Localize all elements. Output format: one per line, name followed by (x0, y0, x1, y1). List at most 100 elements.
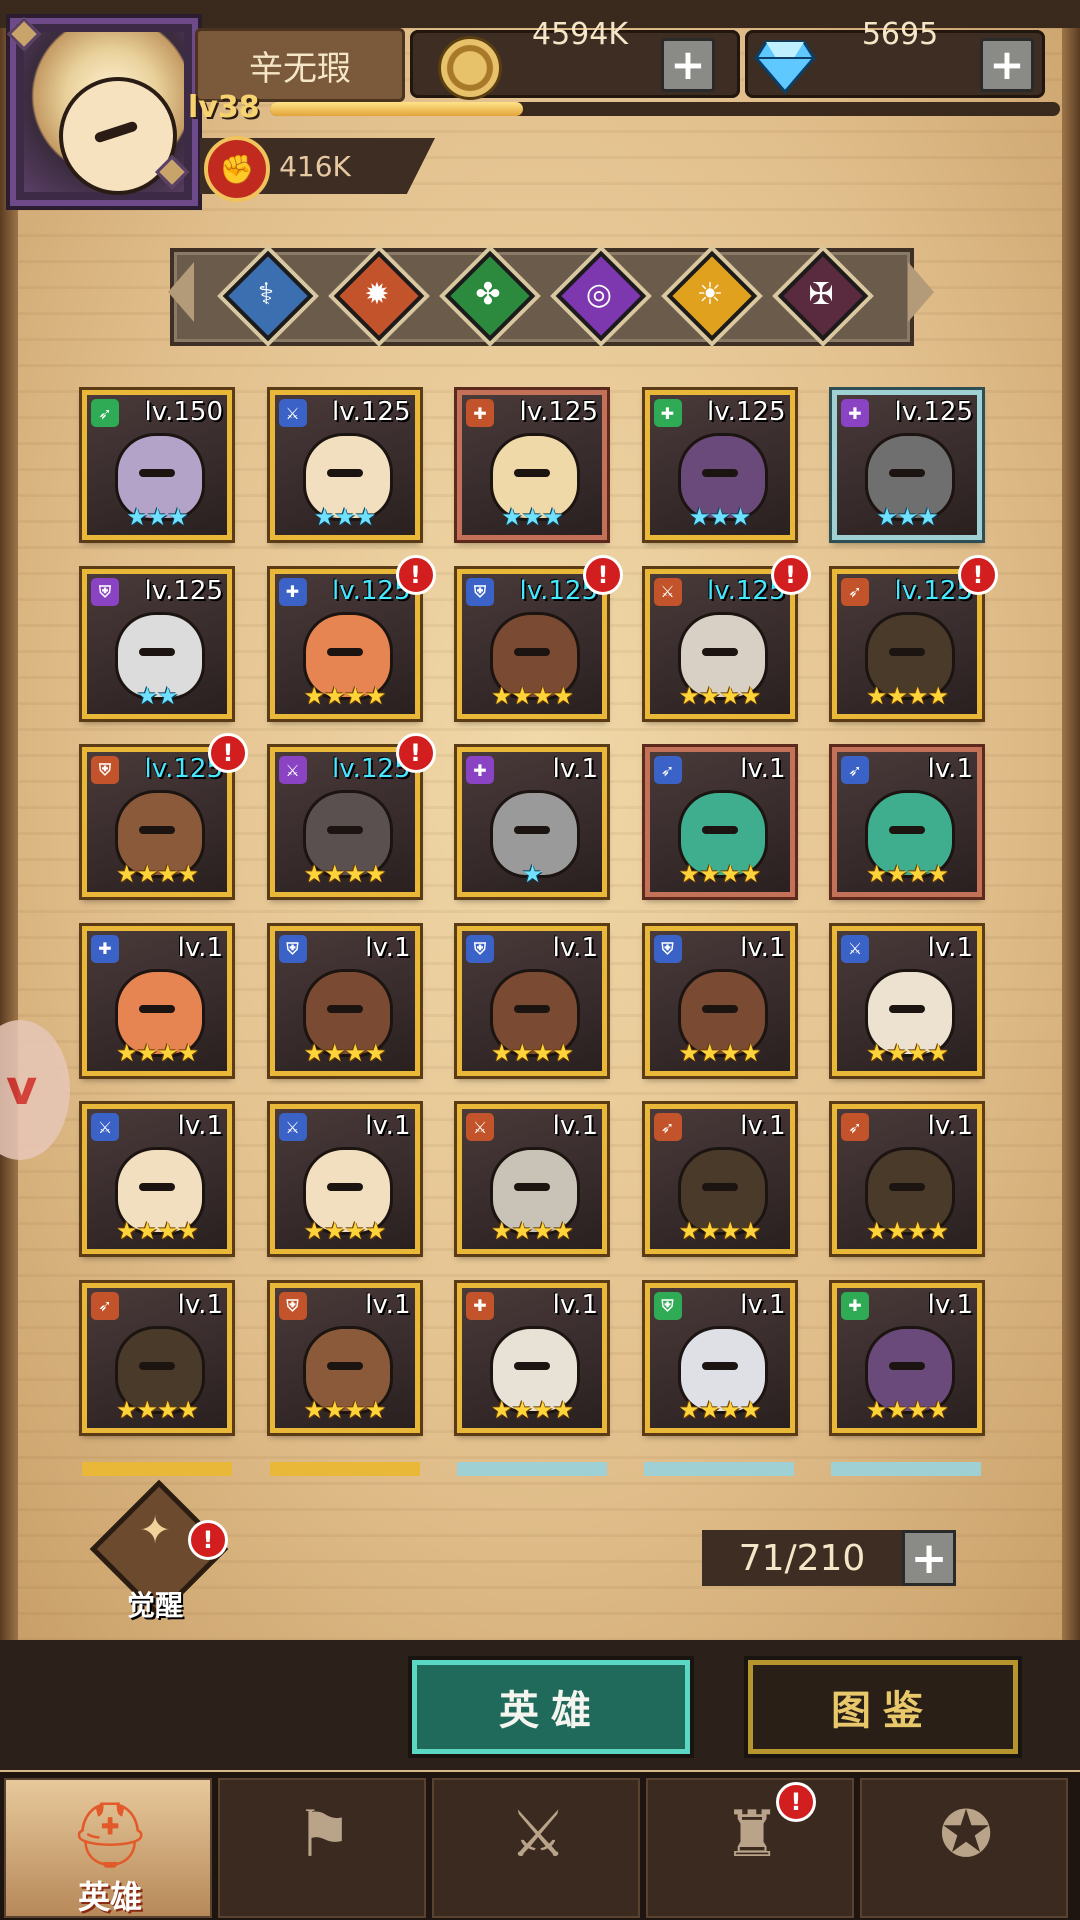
sword-class-icon: ⚔ (653, 577, 682, 606)
filter-right-arrow-icon (908, 262, 934, 322)
hero-star-rating: ★★★ (501, 503, 564, 531)
hero-card[interactable]: ✚ lv.125 ★★★ (457, 390, 607, 540)
hero-level: lv.1 (552, 932, 598, 963)
diamond-icon (754, 40, 816, 94)
hero-card[interactable]: ✚ lv.1 ★ (457, 747, 607, 897)
hero-star-rating: ★★★★ (678, 1217, 761, 1245)
hero-card[interactable]: ➶ lv.125 ★★★★ (832, 568, 982, 719)
heal-class-icon: ✚ (841, 1291, 869, 1320)
faction-filter-light-faction[interactable]: ⚕ (222, 250, 314, 342)
hero-card[interactable]: ⛨ lv.1 ★★★★ (269, 925, 420, 1076)
nav-item-castle-tower[interactable]: ♜ (646, 1778, 854, 1918)
hero-star-rating: ★★★ (126, 503, 189, 531)
hero-eyes (514, 469, 550, 477)
hero-eyes (889, 1361, 925, 1370)
hero-alert-badge: ! (583, 554, 623, 595)
hero-capacity: 71/210 (702, 1530, 902, 1586)
nav-item-guild-crest[interactable]: ✪ (860, 1778, 1068, 1918)
hero-card[interactable]: ⛨ lv.1 ★★★★ (457, 925, 607, 1076)
hero-card[interactable]: ✚ lv.1 ★★★★ (832, 1282, 982, 1433)
hero-star-rating: ★★★★ (115, 1217, 199, 1245)
hero-card[interactable]: ➶ lv.1 ★★★★ (832, 747, 982, 897)
shield-class-icon: ⛨ (91, 577, 119, 606)
nav-item-knight-helmet[interactable]: ⛑ 英雄 (4, 1778, 212, 1918)
hero-star-rating: ★★★★ (303, 1395, 386, 1424)
hero-star-rating: ★★★★ (490, 1217, 574, 1245)
clover-faction-icon: ✤ (475, 276, 501, 312)
hero-card[interactable]: ✚ lv.1 ★★★★ (82, 925, 232, 1076)
faction-filter-clover-faction[interactable]: ✤ (444, 250, 536, 342)
hero-star-rating: ★★★★ (678, 860, 761, 888)
fist-power-icon: ✊ (204, 136, 270, 202)
light-faction-icon: ⚕ (257, 276, 275, 312)
hero-star-rating: ★★★★ (303, 681, 386, 710)
hero-star-rating: ★★★★ (865, 681, 949, 710)
hero-card[interactable]: ✚ lv.1 ★★★★ (457, 1282, 607, 1433)
hero-card[interactable]: ⚔ lv.1 ★★★★ (832, 925, 982, 1076)
hero-card[interactable]: ✚ lv.125 ★★★ (644, 390, 795, 540)
hero-card[interactable]: ⛨ lv.1 ★★★★ (269, 1282, 420, 1433)
hero-eyes (139, 469, 175, 477)
nav-alert-badge: ! (776, 1782, 816, 1822)
add-gold-button[interactable]: + (661, 38, 715, 92)
hero-alert-badge: ! (770, 554, 811, 595)
hero-card[interactable]: ⛨ lv.1 ★★★★ (644, 1282, 795, 1433)
tab-heroes[interactable]: 英雄 (412, 1660, 690, 1754)
tab-codex[interactable]: 图鉴 (748, 1660, 1018, 1754)
hero-eyes (701, 1361, 738, 1370)
faction-filter-shadow-faction[interactable]: ✠ (777, 250, 869, 342)
hero-card[interactable]: ➶ lv.1 ★★★★ (832, 1104, 982, 1254)
hero-card[interactable]: ⚔ lv.125 ★★★★ (644, 568, 795, 719)
hero-star-rating: ★★★★ (678, 681, 761, 710)
hero-card[interactable]: ⚔ lv.1 ★★★★ (82, 1104, 232, 1254)
hero-card[interactable]: ⚔ lv.125 ★★★★ (269, 747, 420, 897)
shield-class-icon: ⛨ (278, 934, 307, 963)
hero-level: lv.1 (927, 1111, 973, 1141)
sword-class-icon: ⚔ (91, 1113, 119, 1141)
hero-card[interactable]: ⚔ lv.1 ★★★★ (269, 1104, 420, 1254)
hero-card[interactable]: ⛨ lv.125 ★★★★ (82, 747, 232, 897)
sun-faction-icon: ☀ (696, 276, 724, 312)
hero-level: lv.1 (552, 754, 598, 784)
hero-card[interactable]: ➶ lv.1 ★★★★ (644, 1104, 795, 1254)
hero-card[interactable]: ➶ lv.1 ★★★★ (82, 1282, 232, 1433)
nav-item-flag-map[interactable]: ⚑ (218, 1778, 426, 1918)
shield-class-icon: ⛨ (653, 934, 682, 963)
hero-card[interactable]: ✚ lv.125 ★★★★ (269, 568, 420, 719)
faction-filter-fire-faction[interactable]: ✹ (333, 250, 425, 342)
hero-level: lv.1 (365, 932, 411, 963)
hero-card[interactable]: ➶ lv.1 ★★★★ (644, 747, 795, 897)
faction-filter-void-faction[interactable]: ◎ (555, 250, 647, 342)
gold-amount: 4594K (531, 16, 629, 52)
hero-star-rating: ★★★ (313, 503, 377, 531)
hero-level: lv.1 (177, 1289, 223, 1320)
shield-class-icon: ⛨ (653, 1291, 682, 1320)
faction-filter-sun-faction[interactable]: ☀ (666, 250, 758, 342)
hero-eyes (701, 826, 738, 834)
hero-level: lv.1 (552, 1111, 598, 1141)
hero-level: lv.1 (177, 932, 223, 963)
hero-star-rating: ★ (521, 860, 544, 888)
hero-card[interactable]: ⚔ lv.125 ★★★ (269, 390, 420, 540)
void-faction-icon: ◎ (585, 276, 613, 312)
hero-star-rating: ★★★★ (865, 1038, 949, 1067)
hero-card[interactable]: ⛨ lv.1 ★★★★ (644, 925, 795, 1076)
hero-card[interactable]: ⛨ lv.125 ★★ (82, 568, 232, 719)
expand-capacity-button[interactable]: + (902, 1530, 956, 1586)
hero-star-rating: ★★★★ (865, 860, 949, 888)
hero-level: lv.1 (177, 1111, 223, 1141)
add-gems-button[interactable]: + (980, 38, 1034, 92)
hero-level: lv.125 (894, 397, 973, 427)
hero-card[interactable]: ✚ lv.125 ★★★ (832, 390, 982, 540)
hero-card[interactable]: ➶ lv.150 ★★★ (82, 390, 232, 540)
hero-alert-badge: ! (395, 554, 436, 595)
hero-star-rating: ★★★★ (865, 1395, 949, 1424)
hero-eyes (139, 1004, 175, 1013)
nav-item-crossed-swords[interactable]: ⚔ (432, 1778, 640, 1918)
hero-level: lv.150 (144, 397, 223, 427)
hero-level: lv.1 (365, 1289, 411, 1320)
hero-star-rating: ★★ (136, 681, 178, 710)
hero-eyes (139, 1183, 175, 1191)
hero-card[interactable]: ⚔ lv.1 ★★★★ (457, 1104, 607, 1254)
hero-card[interactable]: ⛨ lv.125 ★★★★ (457, 568, 607, 719)
